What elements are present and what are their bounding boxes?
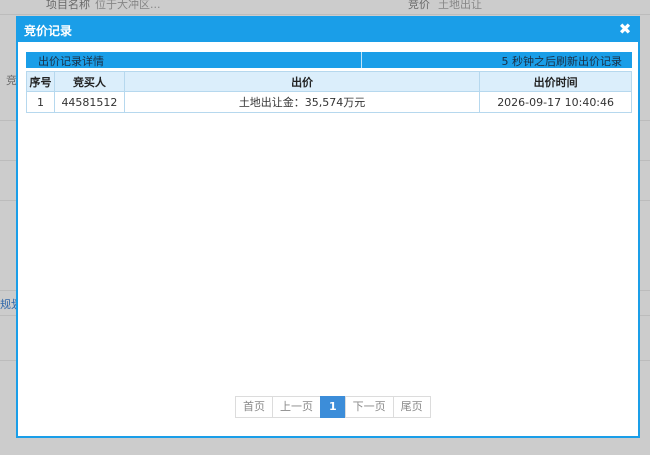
bid-detail-label: 出价记录详情 <box>38 55 104 68</box>
column-header-index: 序号 <box>26 71 55 92</box>
column-header-time: 出价时间 <box>479 71 632 92</box>
pagination: 首页 上一页 1 下一页 尾页 <box>235 396 431 418</box>
table-header-row: 序号 竞买人 出价 出价时间 <box>26 71 632 92</box>
info-bar-left: 出价记录详情 <box>26 52 362 68</box>
first-page-button[interactable]: 首页 <box>235 396 273 418</box>
bid-record-dialog: 竞价记录 ✖ 出价记录详情 5 秒钟之后刷新出价记录 序号 竞买人 出价 出价时… <box>16 16 640 438</box>
column-header-bidder: 竞买人 <box>53 71 125 92</box>
row-index: 1 <box>26 91 55 113</box>
table-row: 1 44581512 土地出让金：35,574万元 2026-09-17 10:… <box>26 91 632 113</box>
prev-page-button[interactable]: 上一页 <box>272 396 321 418</box>
bid-table: 序号 竞买人 出价 出价时间 1 44581512 土地出让金：35,574万元… <box>26 71 632 113</box>
row-bidder: 44581512 <box>53 91 125 113</box>
info-bar: 出价记录详情 5 秒钟之后刷新出价记录 <box>26 52 632 68</box>
refresh-countdown: 5 秒钟之后刷新出价记录 <box>501 55 623 68</box>
row-price: 土地出让金：35,574万元 <box>123 91 481 113</box>
current-page-button[interactable]: 1 <box>320 396 346 418</box>
column-header-price: 出价 <box>123 71 481 92</box>
dialog-header: 竞价记录 ✖ <box>18 18 638 42</box>
last-page-button[interactable]: 尾页 <box>392 396 431 418</box>
dialog-title: 竞价记录 <box>24 24 73 38</box>
next-page-button[interactable]: 下一页 <box>344 396 394 418</box>
close-icon[interactable]: ✖ <box>616 20 634 38</box>
row-time: 2026-09-17 10:40:46 <box>479 91 632 113</box>
